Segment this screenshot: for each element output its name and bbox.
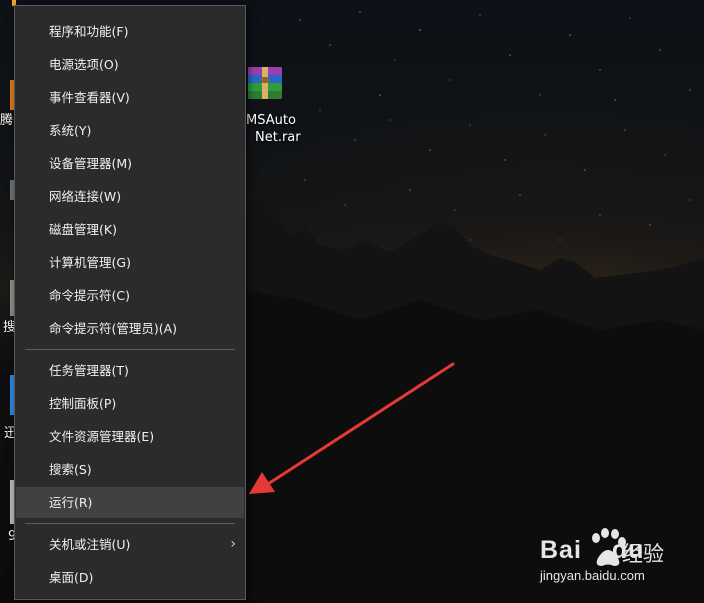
watermark-jingyan: 经验 — [622, 542, 664, 566]
watermark-brand-part1: Bai — [540, 536, 582, 564]
red-arrow-annotation — [249, 362, 455, 494]
watermark-url: jingyan.baidu.com — [540, 568, 645, 583]
